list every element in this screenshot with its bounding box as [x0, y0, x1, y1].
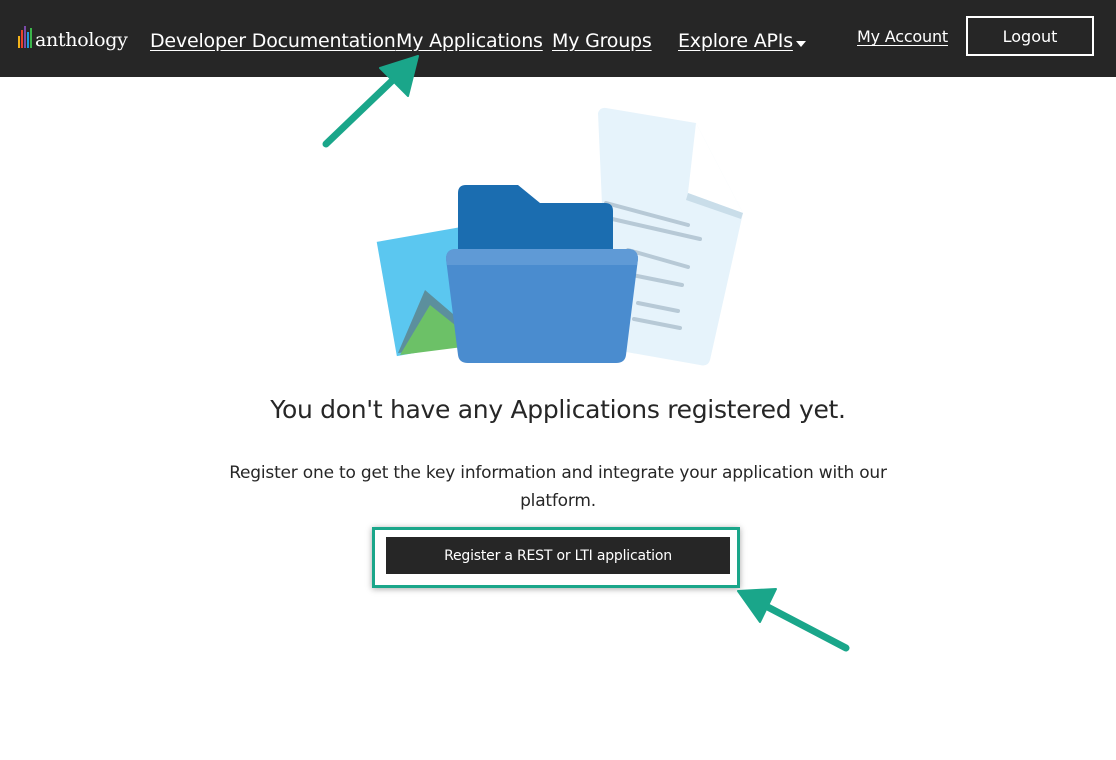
nav-my-applications[interactable]: My Applications: [396, 30, 543, 52]
empty-state-heading: You don't have any Applications register…: [270, 395, 846, 424]
logo-bars-icon: [18, 26, 32, 48]
brand-name: anthology: [35, 29, 128, 51]
my-account-link[interactable]: My Account: [857, 27, 948, 46]
register-application-button[interactable]: Register a REST or LTI application: [386, 537, 730, 574]
nav-my-groups[interactable]: My Groups: [552, 30, 652, 52]
top-navigation-bar: anthology Developer Documentation My App…: [0, 0, 1116, 77]
chevron-down-icon[interactable]: [796, 41, 806, 47]
nav-explore-apis[interactable]: Explore APIs: [678, 30, 793, 52]
logout-button[interactable]: Logout: [966, 16, 1094, 56]
brand-logo[interactable]: anthology: [18, 22, 128, 52]
empty-state-description: Register one to get the key information …: [229, 463, 887, 511]
annotation-arrow: [737, 588, 850, 652]
nav-developer-documentation[interactable]: Developer Documentation: [150, 30, 396, 52]
empty-folder-illustration: [370, 107, 743, 366]
